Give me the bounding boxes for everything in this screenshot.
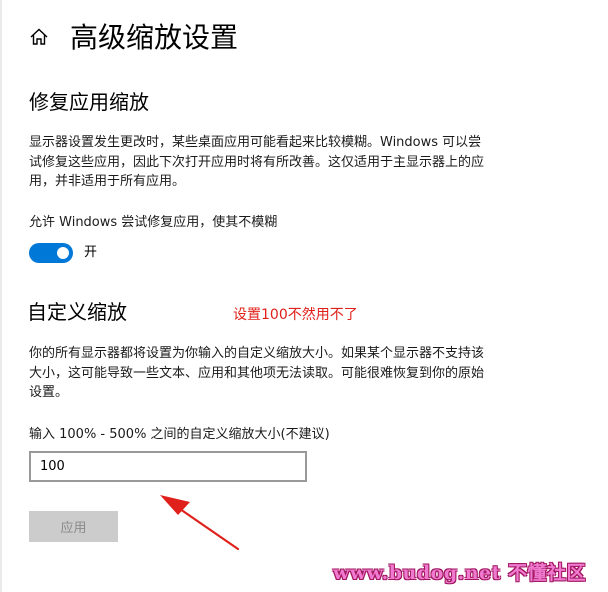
red-annotation: 设置100不然用不了 <box>233 307 358 323</box>
fix-scaling-description: 显示器设置发生更改时，某些桌面应用可能看起来比较模糊。Windows 可以尝试修… <box>29 135 485 189</box>
fix-scaling-toggle[interactable] <box>29 243 73 263</box>
fix-scaling-heading: 修复应用缩放 <box>29 90 149 114</box>
home-icon[interactable] <box>29 27 49 47</box>
custom-scaling-description: 你的所有显示器都将设置为你输入的自定义缩放大小。如果某个显示器不支持该大小，这可… <box>29 346 485 400</box>
red-arrow-annotation <box>160 495 240 551</box>
toggle-state-label: 开 <box>84 245 98 260</box>
window-left-edge <box>0 0 2 592</box>
custom-scaling-input[interactable] <box>29 451 307 482</box>
site-watermark: www.budog.net 不懂社区 <box>333 562 587 584</box>
custom-scaling-input-label: 输入 100% - 500% 之间的自定义缩放大小(不建议) <box>29 427 330 442</box>
page-title: 高级缩放设置 <box>70 21 239 54</box>
toggle-knob <box>57 247 69 259</box>
apply-button[interactable]: 应用 <box>29 511 118 542</box>
custom-scaling-heading: 自定义缩放 <box>27 300 127 324</box>
fix-scaling-toggle-label: 允许 Windows 尝试修复应用，使其不模糊 <box>29 215 278 230</box>
